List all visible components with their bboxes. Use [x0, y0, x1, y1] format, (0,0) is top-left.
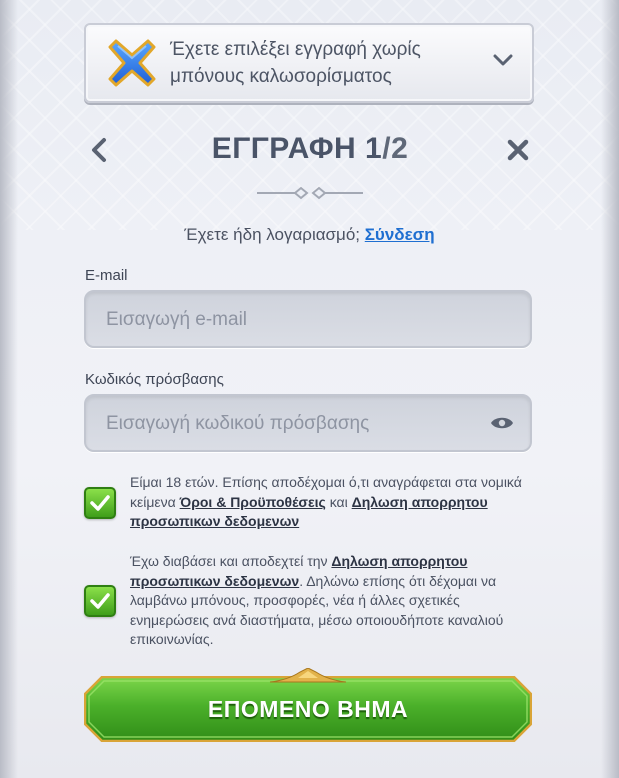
terms-consent-text: Είμαι 18 ετών. Επίσης αποδέχομαι ό,τι αν…	[130, 473, 530, 532]
terms-link[interactable]: Όροι & Προϋποθέσεις	[180, 494, 326, 510]
right-edge-shade	[601, 0, 619, 778]
crown-ornament	[269, 668, 347, 683]
email-field[interactable]	[104, 292, 488, 348]
terms-text-2: και	[325, 493, 352, 510]
next-step-area: ΕΠΟΜΕΝΟ ΒΗΜΑ	[84, 668, 532, 742]
password-label: Κωδικός πρόσβασης	[85, 371, 224, 388]
checkmark-icon	[90, 593, 110, 609]
chevron-down-icon[interactable]	[492, 51, 514, 69]
login-prompt: Έχετε ήδη λογαριασμό; Σύνδεση	[0, 225, 619, 245]
marketing-consent-text: Έχω διαβάσει και αποδεχτεί την Δηλωση απ…	[130, 552, 530, 650]
email-field-box[interactable]	[84, 290, 532, 348]
password-field[interactable]	[104, 396, 488, 452]
chevron-left-icon[interactable]	[89, 137, 109, 163]
marketing-text-1: Έχω διαβάσει και αποδεχτεί την	[130, 553, 332, 569]
terms-checkbox[interactable]	[84, 487, 116, 519]
password-field-box[interactable]	[84, 394, 532, 452]
next-step-button[interactable]: ΕΠΟΜΕΝΟ ΒΗΜΑ	[84, 676, 532, 742]
email-label: E-mail	[85, 267, 128, 284]
page-title-text: ΕΓΓΡΑΦΗ 1	[211, 132, 383, 165]
bonus-banner-text: Έχετε επιλέξει εγγραφή χωρίς μπόνους καλ…	[170, 39, 421, 87]
checkmark-icon	[90, 495, 110, 511]
page-title: ΕΓΓΡΑΦΗ 1/2	[160, 132, 460, 166]
step-counter: /2	[382, 132, 409, 165]
bonus-selection-banner[interactable]: Έχετε επιλέξει εγγραφή χωρίς μπόνους καλ…	[84, 23, 534, 103]
ornament-divider	[255, 185, 365, 201]
eye-icon[interactable]	[490, 413, 514, 433]
login-prompt-text: Έχετε ήδη λογαριασμό;	[184, 225, 365, 244]
login-link[interactable]: Σύνδεση	[365, 225, 435, 244]
close-icon[interactable]	[506, 138, 530, 162]
marketing-checkbox[interactable]	[84, 585, 116, 617]
left-edge-shade	[0, 0, 18, 778]
x-icon	[106, 37, 158, 89]
